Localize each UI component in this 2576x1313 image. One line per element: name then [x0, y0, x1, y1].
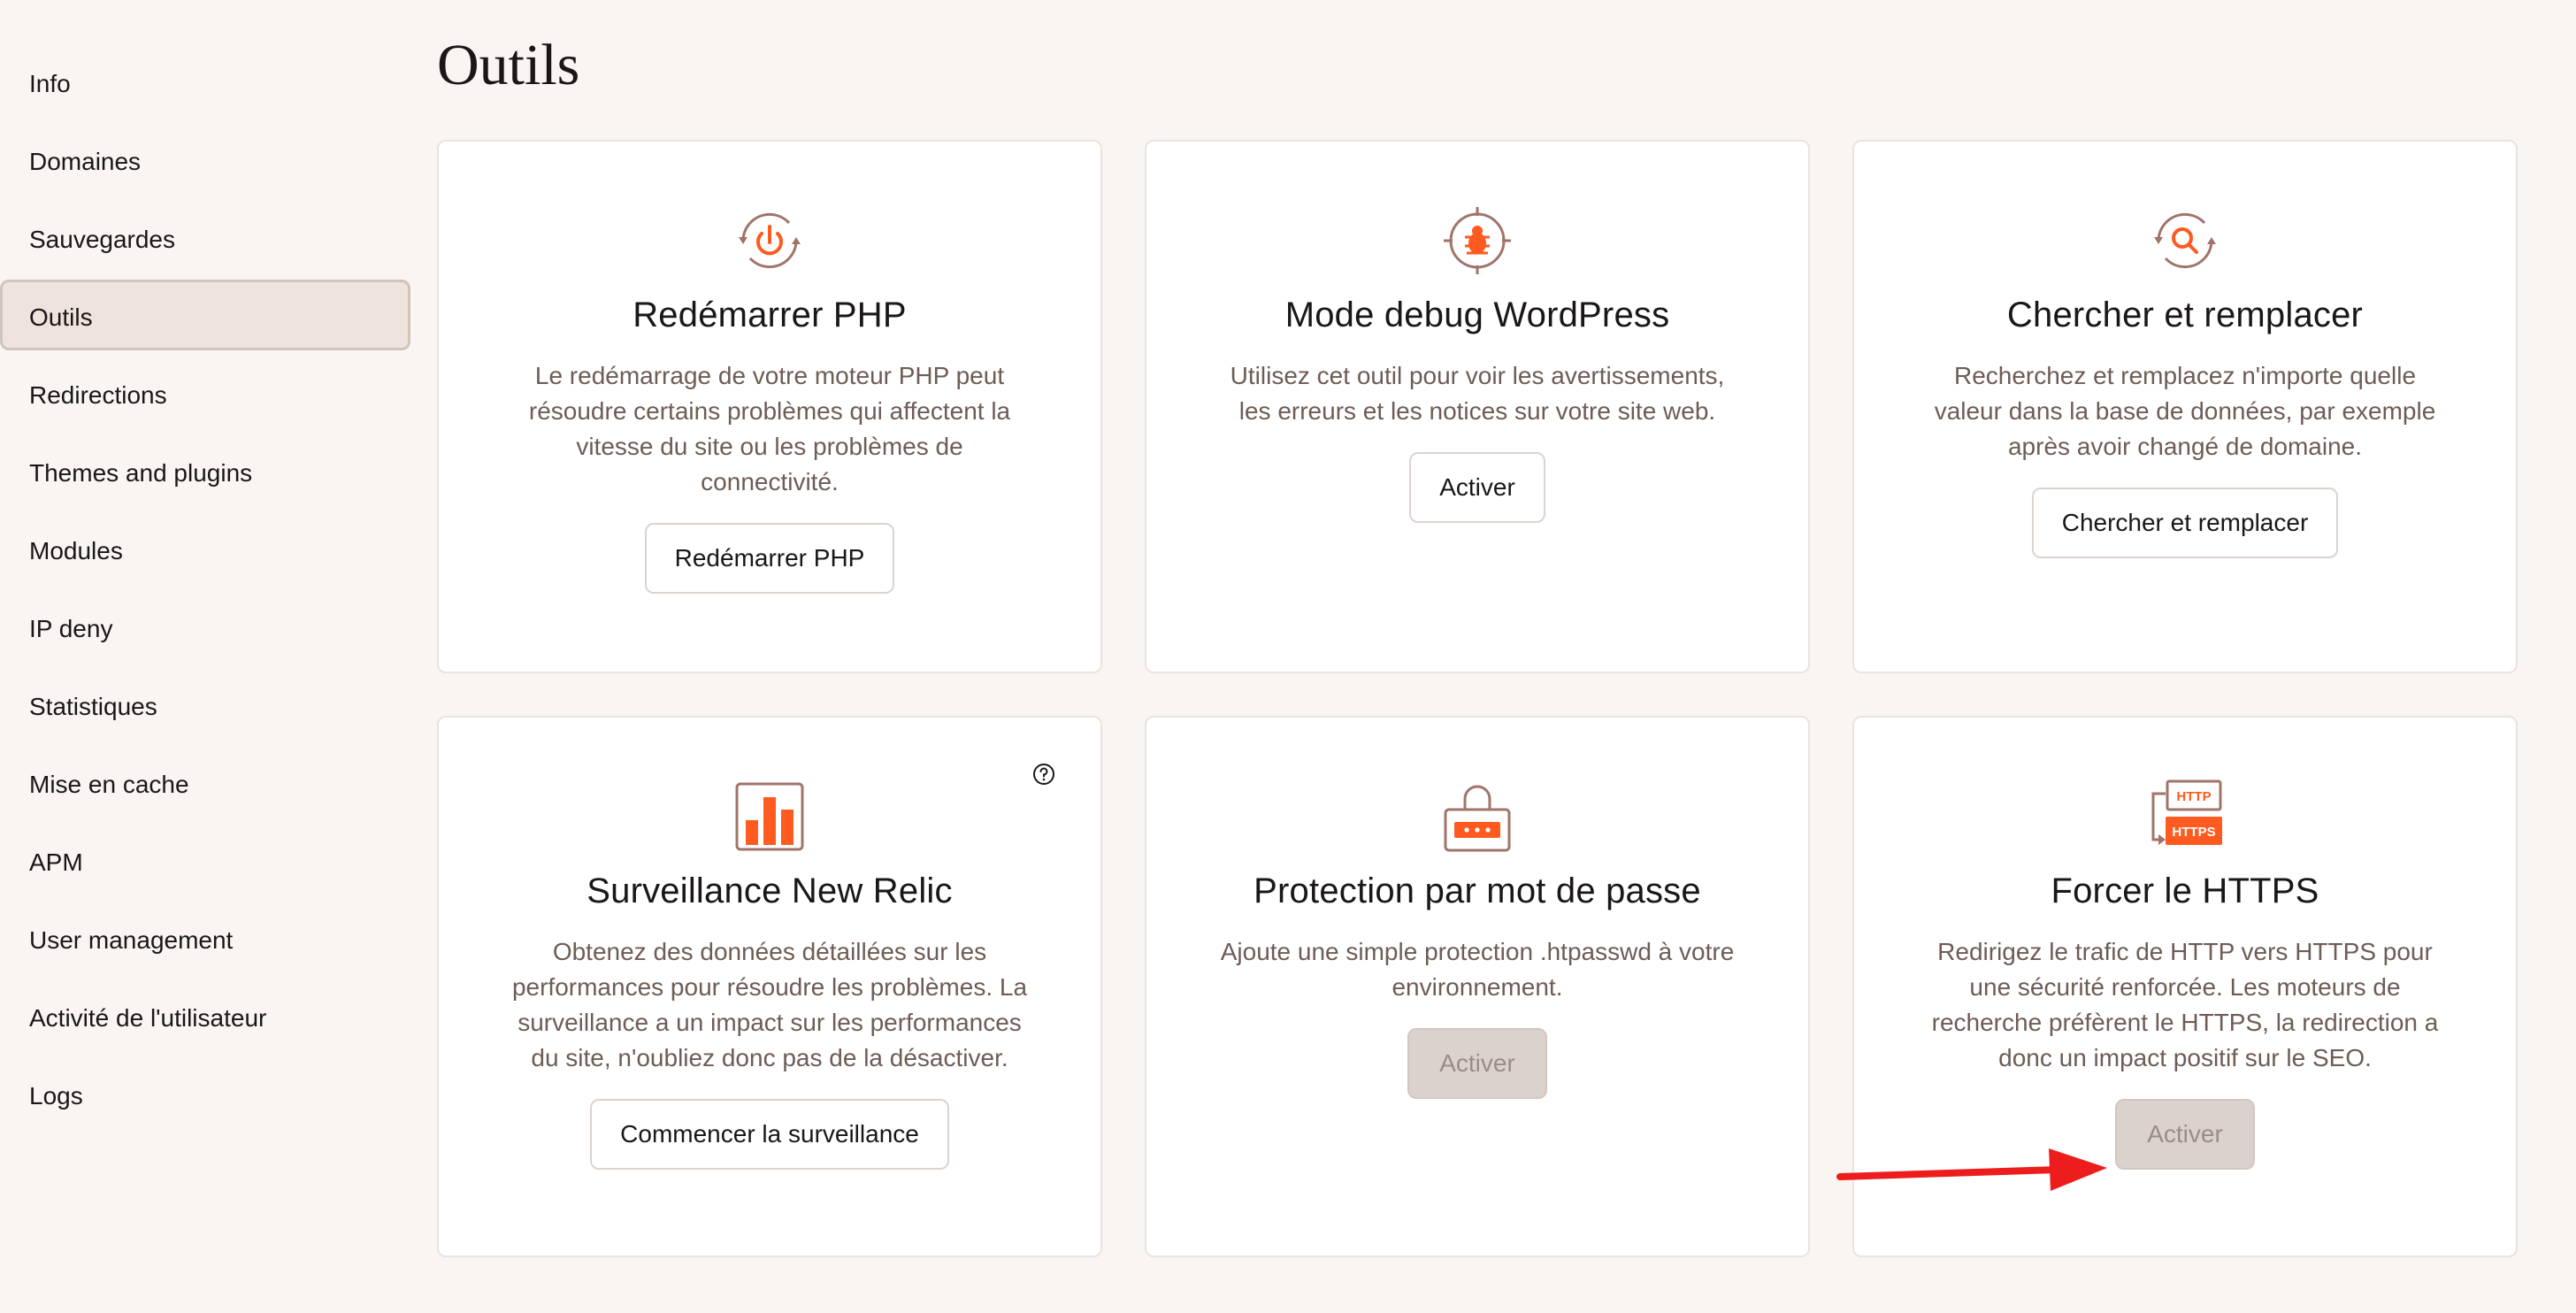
sidebar-item-info[interactable]: Info — [0, 46, 410, 117]
tool-card-password-protection: Protection par mot de passe Ajoute une s… — [1145, 716, 1810, 1257]
activate-https-button[interactable]: Activer — [2115, 1099, 2255, 1170]
card-title: Mode debug WordPress — [1284, 296, 1670, 334]
activate-debug-button[interactable]: Activer — [1409, 452, 1545, 523]
card-description: Le redémarrage de votre moteur PHP peut … — [528, 362, 1011, 495]
search-replace-icon — [2146, 202, 2224, 280]
card-description: Obtenez des données détaillées sur les p… — [511, 938, 1028, 1071]
card-title: Chercher et remplacer — [2006, 296, 2364, 334]
tool-card-new-relic: Surveillance New Relic Obtenez des donné… — [437, 716, 1102, 1257]
card-description: Utilisez cet outil pour voir les avertis… — [1230, 362, 1725, 425]
sidebar-nav: Info Domaines Sauvegardes Outils Redirec… — [0, 46, 410, 1136]
sidebar-item-sauvegardes[interactable]: Sauvegardes — [0, 202, 410, 273]
sidebar-item-logs[interactable]: Logs — [0, 1058, 410, 1129]
search-replace-button[interactable]: Chercher et remplacer — [2031, 488, 2339, 558]
activate-password-button[interactable]: Activer — [1407, 1028, 1547, 1099]
tools-grid: Redémarrer PHP Le redémarrage de votre m… — [437, 140, 2518, 1257]
sidebar-item-mise-en-cache[interactable]: Mise en cache — [0, 747, 410, 818]
svg-text:HTTPS: HTTPS — [2172, 825, 2215, 840]
tool-card-search-replace: Chercher et remplacer Recherchez et remp… — [1852, 140, 2518, 673]
page-title: Outils — [437, 33, 580, 97]
svg-text:HTTP: HTTP — [2176, 789, 2211, 804]
sidebar-item-apm[interactable]: APM — [0, 825, 410, 895]
card-description: Ajoute une simple protection .htpasswd à… — [1220, 938, 1735, 1001]
sidebar-item-user-management[interactable]: User management — [0, 902, 410, 973]
help-circle-icon[interactable] — [1031, 762, 1056, 787]
start-monitoring-button[interactable]: Commencer la surveillance — [590, 1099, 949, 1170]
tool-card-restart-php: Redémarrer PHP Le redémarrage de votre m… — [437, 140, 1102, 673]
bar-chart-icon — [731, 778, 809, 856]
sidebar-item-redirections[interactable]: Redirections — [0, 357, 410, 428]
card-title: Forcer le HTTPS — [2051, 871, 2319, 910]
restart-php-button[interactable]: Redémarrer PHP — [644, 523, 895, 594]
https-redirect-icon: HTTP HTTPS — [2146, 778, 2224, 856]
card-title: Surveillance New Relic — [586, 871, 953, 910]
card-description: Recherchez et remplacez n'importe quelle… — [1934, 362, 2436, 460]
sidebar-item-ip-deny[interactable]: IP deny — [0, 591, 410, 662]
sidebar-item-outils[interactable]: Outils — [0, 280, 410, 350]
debug-bug-icon — [1438, 202, 1516, 280]
tool-card-wordpress-debug: Mode debug WordPress Utilisez cet outil … — [1145, 140, 1810, 673]
sidebar-item-activite-utilisateur[interactable]: Activité de l'utilisateur — [0, 980, 410, 1051]
sidebar-item-domaines[interactable]: Domaines — [0, 124, 410, 195]
card-title: Redémarrer PHP — [632, 296, 907, 334]
card-title: Protection par mot de passe — [1254, 871, 1701, 910]
sidebar-item-statistiques[interactable]: Statistiques — [0, 669, 410, 740]
annotation-arrow-icon — [1836, 1147, 2120, 1217]
password-lock-icon — [1438, 778, 1516, 856]
sidebar-item-modules[interactable]: Modules — [0, 513, 410, 584]
sidebar-item-themes-plugins[interactable]: Themes and plugins — [0, 435, 410, 506]
restart-php-icon — [731, 202, 809, 280]
card-description: Redirigez le trafic de HTTP vers HTTPS p… — [1931, 938, 2439, 1071]
